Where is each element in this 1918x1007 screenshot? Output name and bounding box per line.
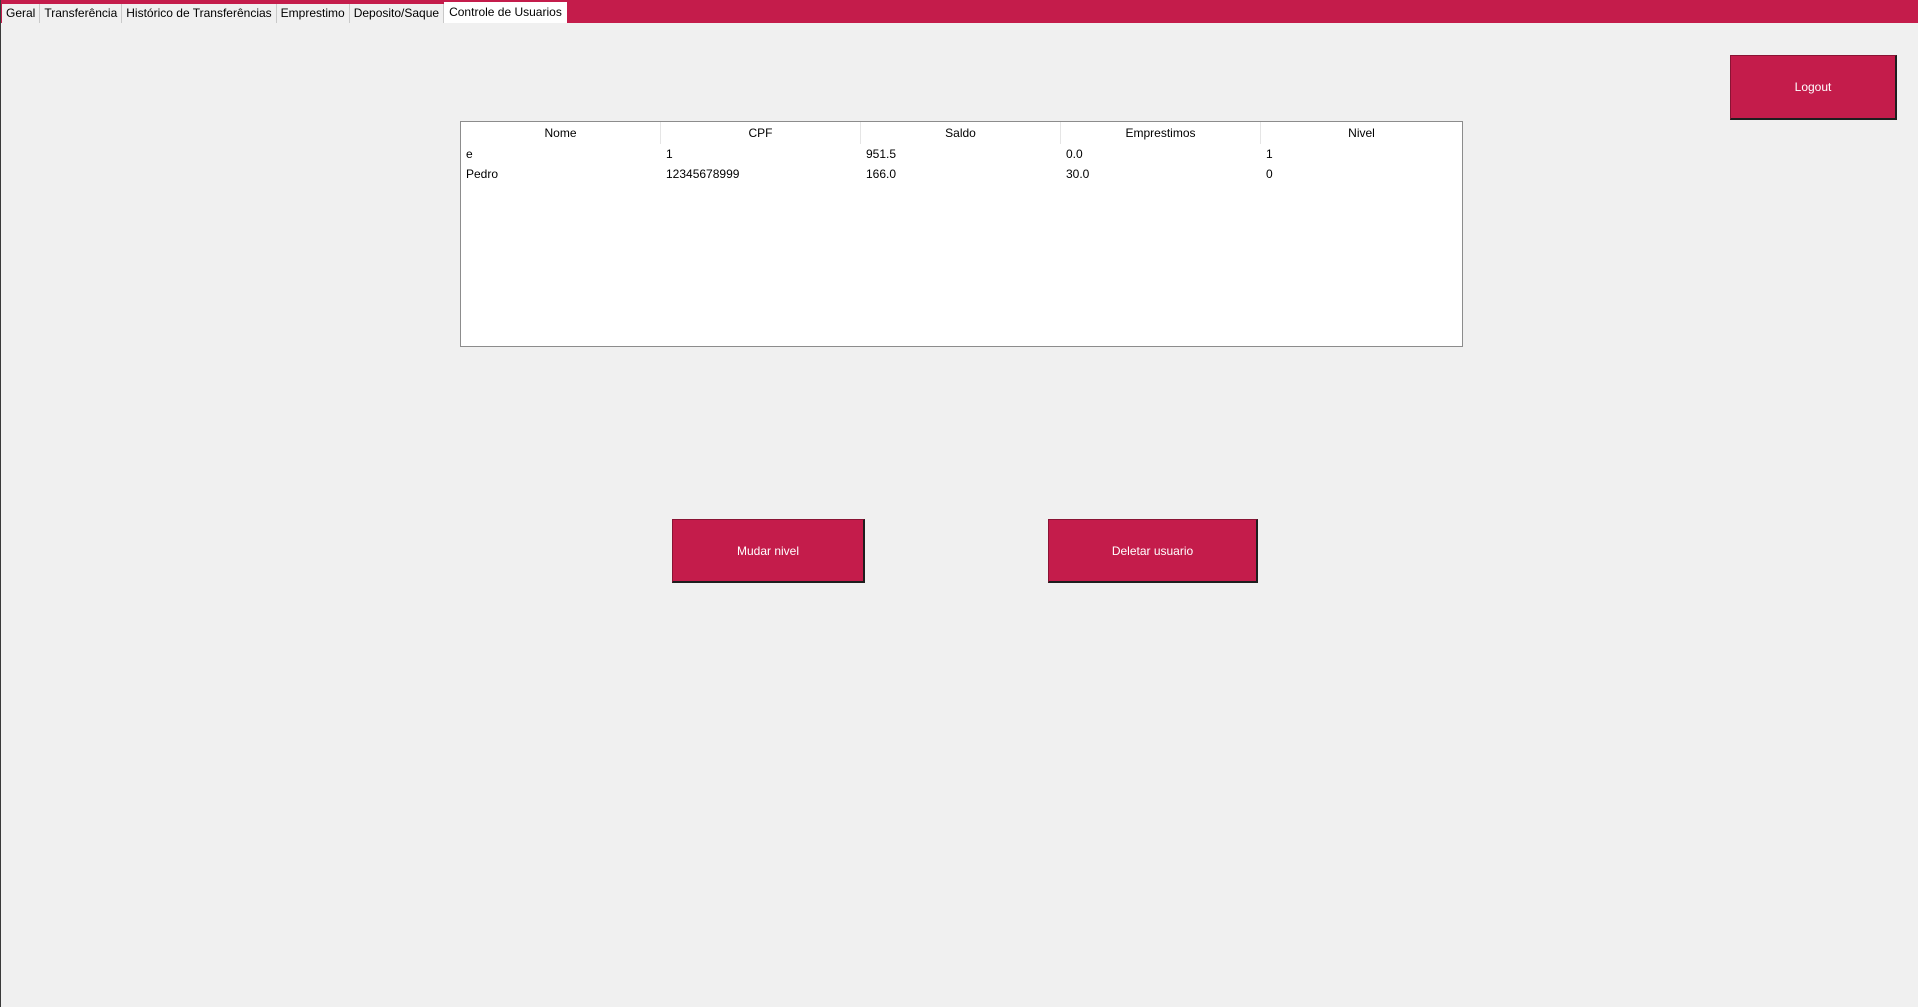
tab-geral[interactable]: Geral	[2, 4, 41, 23]
cell-saldo: 951.5	[866, 147, 897, 161]
column-header-cpf[interactable]: CPF	[661, 122, 861, 144]
table-row[interactable]: e 1 951.5 0.0 1	[461, 144, 1462, 164]
cell-emprestimos: 0.0	[1066, 147, 1083, 161]
users-table[interactable]: Nome CPF Saldo Emprestimos Nivel e 1 951…	[460, 121, 1463, 347]
table-header: Nome CPF Saldo Emprestimos Nivel	[461, 122, 1462, 144]
logout-button[interactable]: Logout	[1730, 55, 1897, 120]
deletar-usuario-button[interactable]: Deletar usuario	[1048, 519, 1258, 583]
cell-emprestimos: 30.0	[1066, 167, 1090, 181]
tab-controle-usuarios[interactable]: Controle de Usuarios	[444, 2, 567, 23]
cell-nivel: 1	[1266, 147, 1273, 161]
tab-historico-transferencias[interactable]: Histórico de Transferências	[122, 4, 277, 23]
tab-bar: Geral Transferência Histórico de Transfe…	[1, 0, 1918, 23]
cell-nome: Pedro	[466, 167, 499, 181]
tab-emprestimo[interactable]: Emprestimo	[276, 4, 350, 23]
tab-deposito-saque[interactable]: Deposito/Saque	[349, 4, 445, 23]
tab-panel-controle-usuarios: Logout Nome CPF Saldo Emprestimos Nivel …	[1, 23, 1918, 1007]
cell-nivel: 0	[1266, 167, 1273, 181]
table-row[interactable]: Pedro 12345678999 166.0 30.0 0	[461, 164, 1462, 184]
cell-saldo: 166.0	[866, 167, 897, 181]
cell-cpf: 12345678999	[666, 167, 740, 181]
column-header-nivel[interactable]: Nivel	[1261, 122, 1462, 144]
tab-list: Geral Transferência Histórico de Transfe…	[2, 2, 567, 23]
column-header-nome[interactable]: Nome	[461, 122, 661, 144]
cell-nome: e	[466, 147, 473, 161]
column-header-saldo[interactable]: Saldo	[861, 122, 1061, 144]
mudar-nivel-button[interactable]: Mudar nivel	[672, 519, 865, 583]
tab-transferencia[interactable]: Transferência	[40, 4, 123, 23]
cell-cpf: 1	[666, 147, 673, 161]
app-window: Geral Transferência Histórico de Transfe…	[0, 0, 1918, 1007]
column-header-emprestimos[interactable]: Emprestimos	[1061, 122, 1261, 144]
